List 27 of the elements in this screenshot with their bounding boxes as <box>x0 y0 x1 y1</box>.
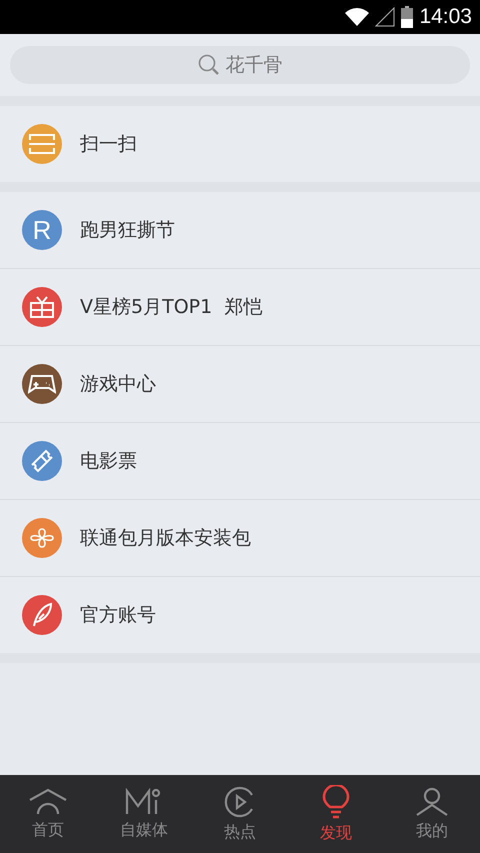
feather-icon <box>30 602 54 628</box>
battery-icon <box>401 6 414 28</box>
media-icon <box>125 788 163 816</box>
list-item[interactable]: 官方账号 <box>0 576 480 653</box>
tab[interactable]: 自媒体 <box>96 775 192 853</box>
list-item[interactable]: 电影票 <box>0 422 480 499</box>
list-item[interactable]: R 跑男狂撕节 <box>0 192 480 268</box>
search-icon <box>198 54 220 76</box>
scan-icon <box>28 132 56 156</box>
home-icon <box>28 788 68 816</box>
tab[interactable]: 首页 <box>0 775 96 853</box>
list-item[interactable]: V星榜5月TOP1 郑恺 <box>0 268 480 345</box>
tab[interactable]: 热点 <box>192 775 288 853</box>
play-icon <box>224 786 256 818</box>
clock-time: 14:03 <box>419 5 472 29</box>
tab[interactable]: 我的 <box>384 775 480 853</box>
lightbulb-icon <box>322 784 350 818</box>
wifi-icon <box>345 8 370 26</box>
gamepad-icon <box>28 373 56 395</box>
signal-icon <box>375 7 396 27</box>
gift-icon <box>29 295 55 319</box>
list-item[interactable]: 扫一扫 <box>0 106 480 182</box>
letter-badge: R <box>22 210 62 250</box>
list-item[interactable]: 联通包月版本安装包 <box>0 499 480 576</box>
ticket-icon <box>29 448 55 474</box>
person-icon <box>415 786 449 816</box>
list-item[interactable]: 游戏中心 <box>0 345 480 422</box>
